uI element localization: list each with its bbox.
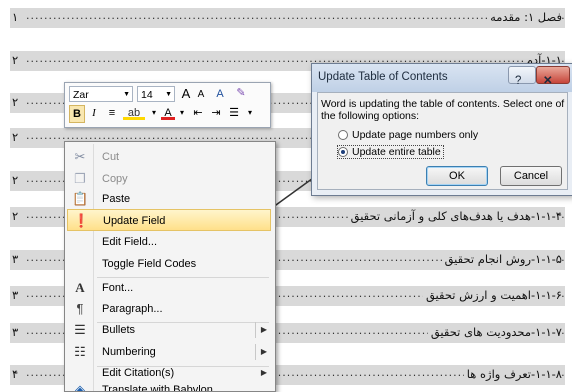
menu-item-label: Update Field [103,215,166,227]
decrease-indent-icon[interactable]: ⇤ [191,105,205,121]
shrink-font-icon[interactable]: A [195,87,207,103]
menu-item-edit-field[interactable]: Edit Field... [67,231,271,253]
menu-item-copy[interactable]: ❐ Copy [67,168,271,190]
scissors-icon: ✂ [74,149,86,164]
menu-item-paste[interactable]: 📋 Paste [67,188,271,210]
font-size-box[interactable]: 14 ▼ [137,86,175,102]
radio-label: Update page numbers only [352,129,479,141]
menu-item-label: Bullets [102,324,136,336]
font-color-icon[interactable]: A [161,105,175,120]
menu-item-label: Cut [102,151,120,163]
text-style-icon[interactable]: A [211,86,229,102]
submenu-divider [255,322,256,338]
menu-item-toggle-field-codes[interactable]: Toggle Field Codes [67,253,271,275]
context-menu: ✂ Cut ❐ Copy 📋 Paste ❗ Update Field Edit… [64,141,276,392]
italic-button[interactable]: I [87,105,101,121]
dialog-title: Update Table of Contents [318,71,448,83]
menu-item-bullets[interactable]: ☰ Bullets ▶ [67,319,271,341]
font-icon: A [75,280,85,295]
dialog-titlebar[interactable]: Update Table of Contents ? ✕ [312,64,572,92]
increase-indent-icon[interactable]: ⇥ [209,105,223,121]
radio-label: Update entire table [352,146,441,158]
ok-button[interactable]: OK [426,166,488,186]
menu-item-label: Edit Citation(s) [102,367,175,379]
submenu-divider [255,344,256,360]
submenu-arrow-icon: ▶ [260,368,267,377]
radio-button[interactable] [338,147,348,157]
update-field-icon: ❗ [73,213,90,228]
menu-item-label: Paste [102,193,131,205]
help-icon: ? [515,75,522,87]
chevron-down-icon: ▼ [123,91,130,98]
submenu-arrow-icon: ▶ [260,347,267,356]
bold-button[interactable]: B [69,105,85,123]
chevron-down-icon[interactable]: ▾ [177,105,187,121]
help-button[interactable]: ? [508,66,536,87]
close-button[interactable]: ✕ [536,66,570,87]
menu-item-label: Paragraph... [102,303,163,315]
mini-toolbar: Zar ▼ 14 ▼ A A A ✎ B I ≡ ab ▾ A ▾ ⇤ ⇥ ☰ … [64,82,271,128]
radio-update-entire-table[interactable]: Update entire table [337,145,444,159]
menu-item-cut[interactable]: ✂ Cut [67,146,271,168]
font-name-value: Zar [73,89,89,101]
menu-item-paragraph[interactable]: ¶ Paragraph... [67,298,271,320]
menu-item-label: Font... [102,282,134,294]
menu-item-font[interactable]: A Font... [67,277,271,299]
dialog-message: Word is updating the table of contents. … [321,98,565,122]
menu-item-update-field[interactable]: ❗ Update Field [67,209,271,231]
menu-item-numbering[interactable]: ☷ Numbering ▶ [67,341,271,363]
numbering-icon: ☷ [74,344,86,359]
menu-item-label: Copy [102,173,128,185]
menu-item-edit-citations[interactable]: Edit Citation(s) ▶ [67,362,271,384]
grow-font-icon[interactable]: A [179,86,193,102]
chevron-down-icon: ▼ [165,91,172,98]
font-size-value: 14 [141,89,153,101]
bullets-icon: ☰ [74,322,86,337]
close-icon: ✕ [543,75,553,87]
update-toc-dialog: Update Table of Contents ? ✕ Word is upd… [311,63,572,196]
radio-button[interactable] [338,130,348,140]
submenu-arrow-icon: ▶ [260,325,267,334]
copy-icon: ❐ [74,171,86,186]
menu-item-label: Toggle Field Codes [102,258,197,270]
cancel-button[interactable]: Cancel [500,166,562,186]
dialog-body: Word is updating the table of contents. … [317,92,568,190]
chevron-down-icon[interactable]: ▾ [149,105,159,121]
radio-update-page-numbers[interactable]: Update page numbers only [338,129,478,141]
bullets-icon[interactable]: ☰ [227,105,241,121]
chevron-down-icon[interactable]: ▾ [245,105,255,121]
menu-item-label: Edit Field... [102,236,158,248]
format-painter-icon[interactable]: ✎ [233,85,249,101]
highlight-color-icon[interactable]: ab [123,105,145,120]
paragraph-icon: ¶ [76,301,84,316]
paste-icon: 📋 [72,191,89,206]
menu-item-label: Numbering [102,346,156,358]
align-center-icon[interactable]: ≡ [105,105,119,121]
font-name-box[interactable]: Zar ▼ [69,86,133,102]
